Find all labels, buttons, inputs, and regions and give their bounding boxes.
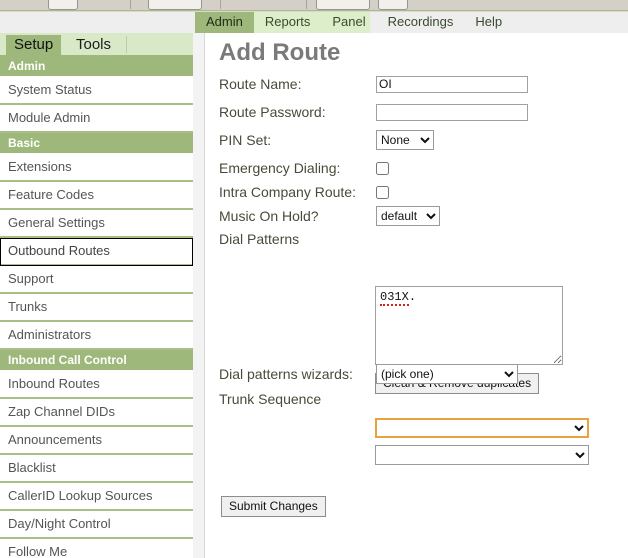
sidebar-group-basic[interactable]: Basic: [0, 133, 193, 154]
topnav-item-reports[interactable]: Reports: [254, 12, 322, 33]
sidebar-gutter: [193, 33, 205, 558]
topnav-item-panel[interactable]: Panel: [321, 12, 376, 33]
sidebar-item-day-night-control[interactable]: Day/Night Control: [0, 511, 193, 539]
label-emergency-dialing: Emergency Dialing:: [219, 160, 341, 176]
trunk-sequence-select-2[interactable]: [375, 445, 589, 465]
row-pin-set: PIN Set: None: [219, 129, 434, 151]
sidebar-item-feature-codes[interactable]: Feature Codes: [0, 182, 193, 210]
sidebar-entry-list: Admin System Status Module Admin Basic Exten…: [0, 56, 193, 558]
dial-patterns-wizards-select[interactable]: (pick one): [376, 364, 518, 384]
chrome-button-far-right[interactable]: [378, 0, 408, 10]
chrome-button-right[interactable]: [316, 0, 370, 10]
row-route-name: Route Name:: [219, 73, 528, 95]
emergency-dialing-checkbox[interactable]: [376, 161, 389, 175]
sidebar-group-inbound-call-control[interactable]: Inbound Call Control: [0, 350, 193, 371]
chrome-separator-a: [130, 0, 131, 9]
topnav-item-recordings[interactable]: Recordings: [377, 12, 465, 33]
route-password-input[interactable]: [376, 103, 528, 121]
sidebar-item-trunks[interactable]: Trunks: [0, 294, 193, 322]
sidebar-item-administrators[interactable]: Administrators: [0, 322, 193, 350]
row-route-password: Route Password:: [219, 101, 528, 123]
sidebar-item-general-settings[interactable]: General Settings: [0, 210, 193, 238]
row-intra-company-route: Intra Company Route:: [219, 181, 389, 203]
sidebar-item-announcements[interactable]: Announcements: [0, 427, 193, 455]
music-on-hold-select[interactable]: default: [376, 206, 440, 226]
sidebar-item-support[interactable]: Support: [0, 266, 193, 294]
row-emergency-dialing: Emergency Dialing:: [219, 157, 389, 179]
chrome-separator-c: [306, 0, 307, 9]
sidebar: Setup Tools Admin System Status Module Adm…: [0, 33, 193, 558]
trunk-sequence-select-1[interactable]: [375, 418, 589, 438]
sidebar-item-system-status[interactable]: System Status: [0, 77, 193, 105]
sidebar-item-follow-me[interactable]: Follow Me: [0, 539, 193, 558]
label-route-name: Route Name:: [219, 76, 302, 92]
intra-company-route-checkbox[interactable]: [376, 185, 389, 199]
label-intra-company-route: Intra Company Route:: [219, 184, 356, 200]
sidebar-item-callerid-lookup-sources[interactable]: CallerID Lookup Sources: [0, 483, 193, 511]
sidebar-item-outbound-routes[interactable]: Outbound Routes: [0, 238, 193, 266]
label-route-password: Route Password:: [219, 104, 326, 120]
sidebar-group-admin[interactable]: Admin: [0, 56, 193, 77]
label-music-on-hold: Music On Hold?: [219, 208, 319, 224]
chrome-separator-b: [220, 0, 221, 9]
application-window: Admin Reports Panel Recordings Help Setup To…: [0, 0, 628, 558]
row-music-on-hold: Music On Hold? default: [219, 205, 440, 227]
label-trunk-sequence: Trunk Sequence: [219, 391, 322, 407]
sidebar-item-inbound-routes[interactable]: Inbound Routes: [0, 371, 193, 399]
submit-changes-button[interactable]: Submit Changes: [221, 496, 326, 517]
chrome-button-center[interactable]: [148, 0, 202, 10]
page-title: Add Route: [219, 39, 341, 66]
chrome-button-left[interactable]: [48, 0, 78, 10]
topnav-item-help[interactable]: Help: [464, 12, 513, 33]
top-navigation-bar: Admin Reports Panel Recordings Help: [0, 12, 628, 33]
sidebar-tab-divider: [126, 36, 127, 53]
sidebar-item-zap-channel-dids[interactable]: Zap Channel DIDs: [0, 399, 193, 427]
topnav-item-admin[interactable]: Admin: [195, 12, 254, 33]
top-navigation-items: Admin Reports Panel Recordings Help: [195, 12, 513, 33]
sidebar-item-module-admin[interactable]: Module Admin: [0, 105, 193, 133]
sidebar-tab-bar: Setup Tools: [0, 33, 193, 56]
sidebar-item-extensions[interactable]: Extensions: [0, 154, 193, 182]
row-dial-patterns-wizards: Dial patterns wizards: (pick one): [219, 363, 518, 385]
browser-toolbar-strip: [0, 0, 628, 11]
sidebar-item-blacklist[interactable]: Blacklist: [0, 455, 193, 483]
sidebar-tab-tools[interactable]: Tools: [68, 35, 119, 56]
label-pin-set: PIN Set:: [219, 132, 272, 148]
pin-set-select[interactable]: None: [376, 130, 434, 150]
sidebar-tab-setup[interactable]: Setup: [6, 35, 62, 56]
label-dial-patterns-wizards: Dial patterns wizards:: [219, 366, 353, 382]
main-content: Add Route Route Name: Route Password: PI…: [205, 33, 628, 558]
label-dial-patterns: Dial Patterns: [219, 231, 300, 247]
route-name-input[interactable]: [376, 75, 528, 93]
dial-patterns-textarea[interactable]: [375, 286, 563, 365]
